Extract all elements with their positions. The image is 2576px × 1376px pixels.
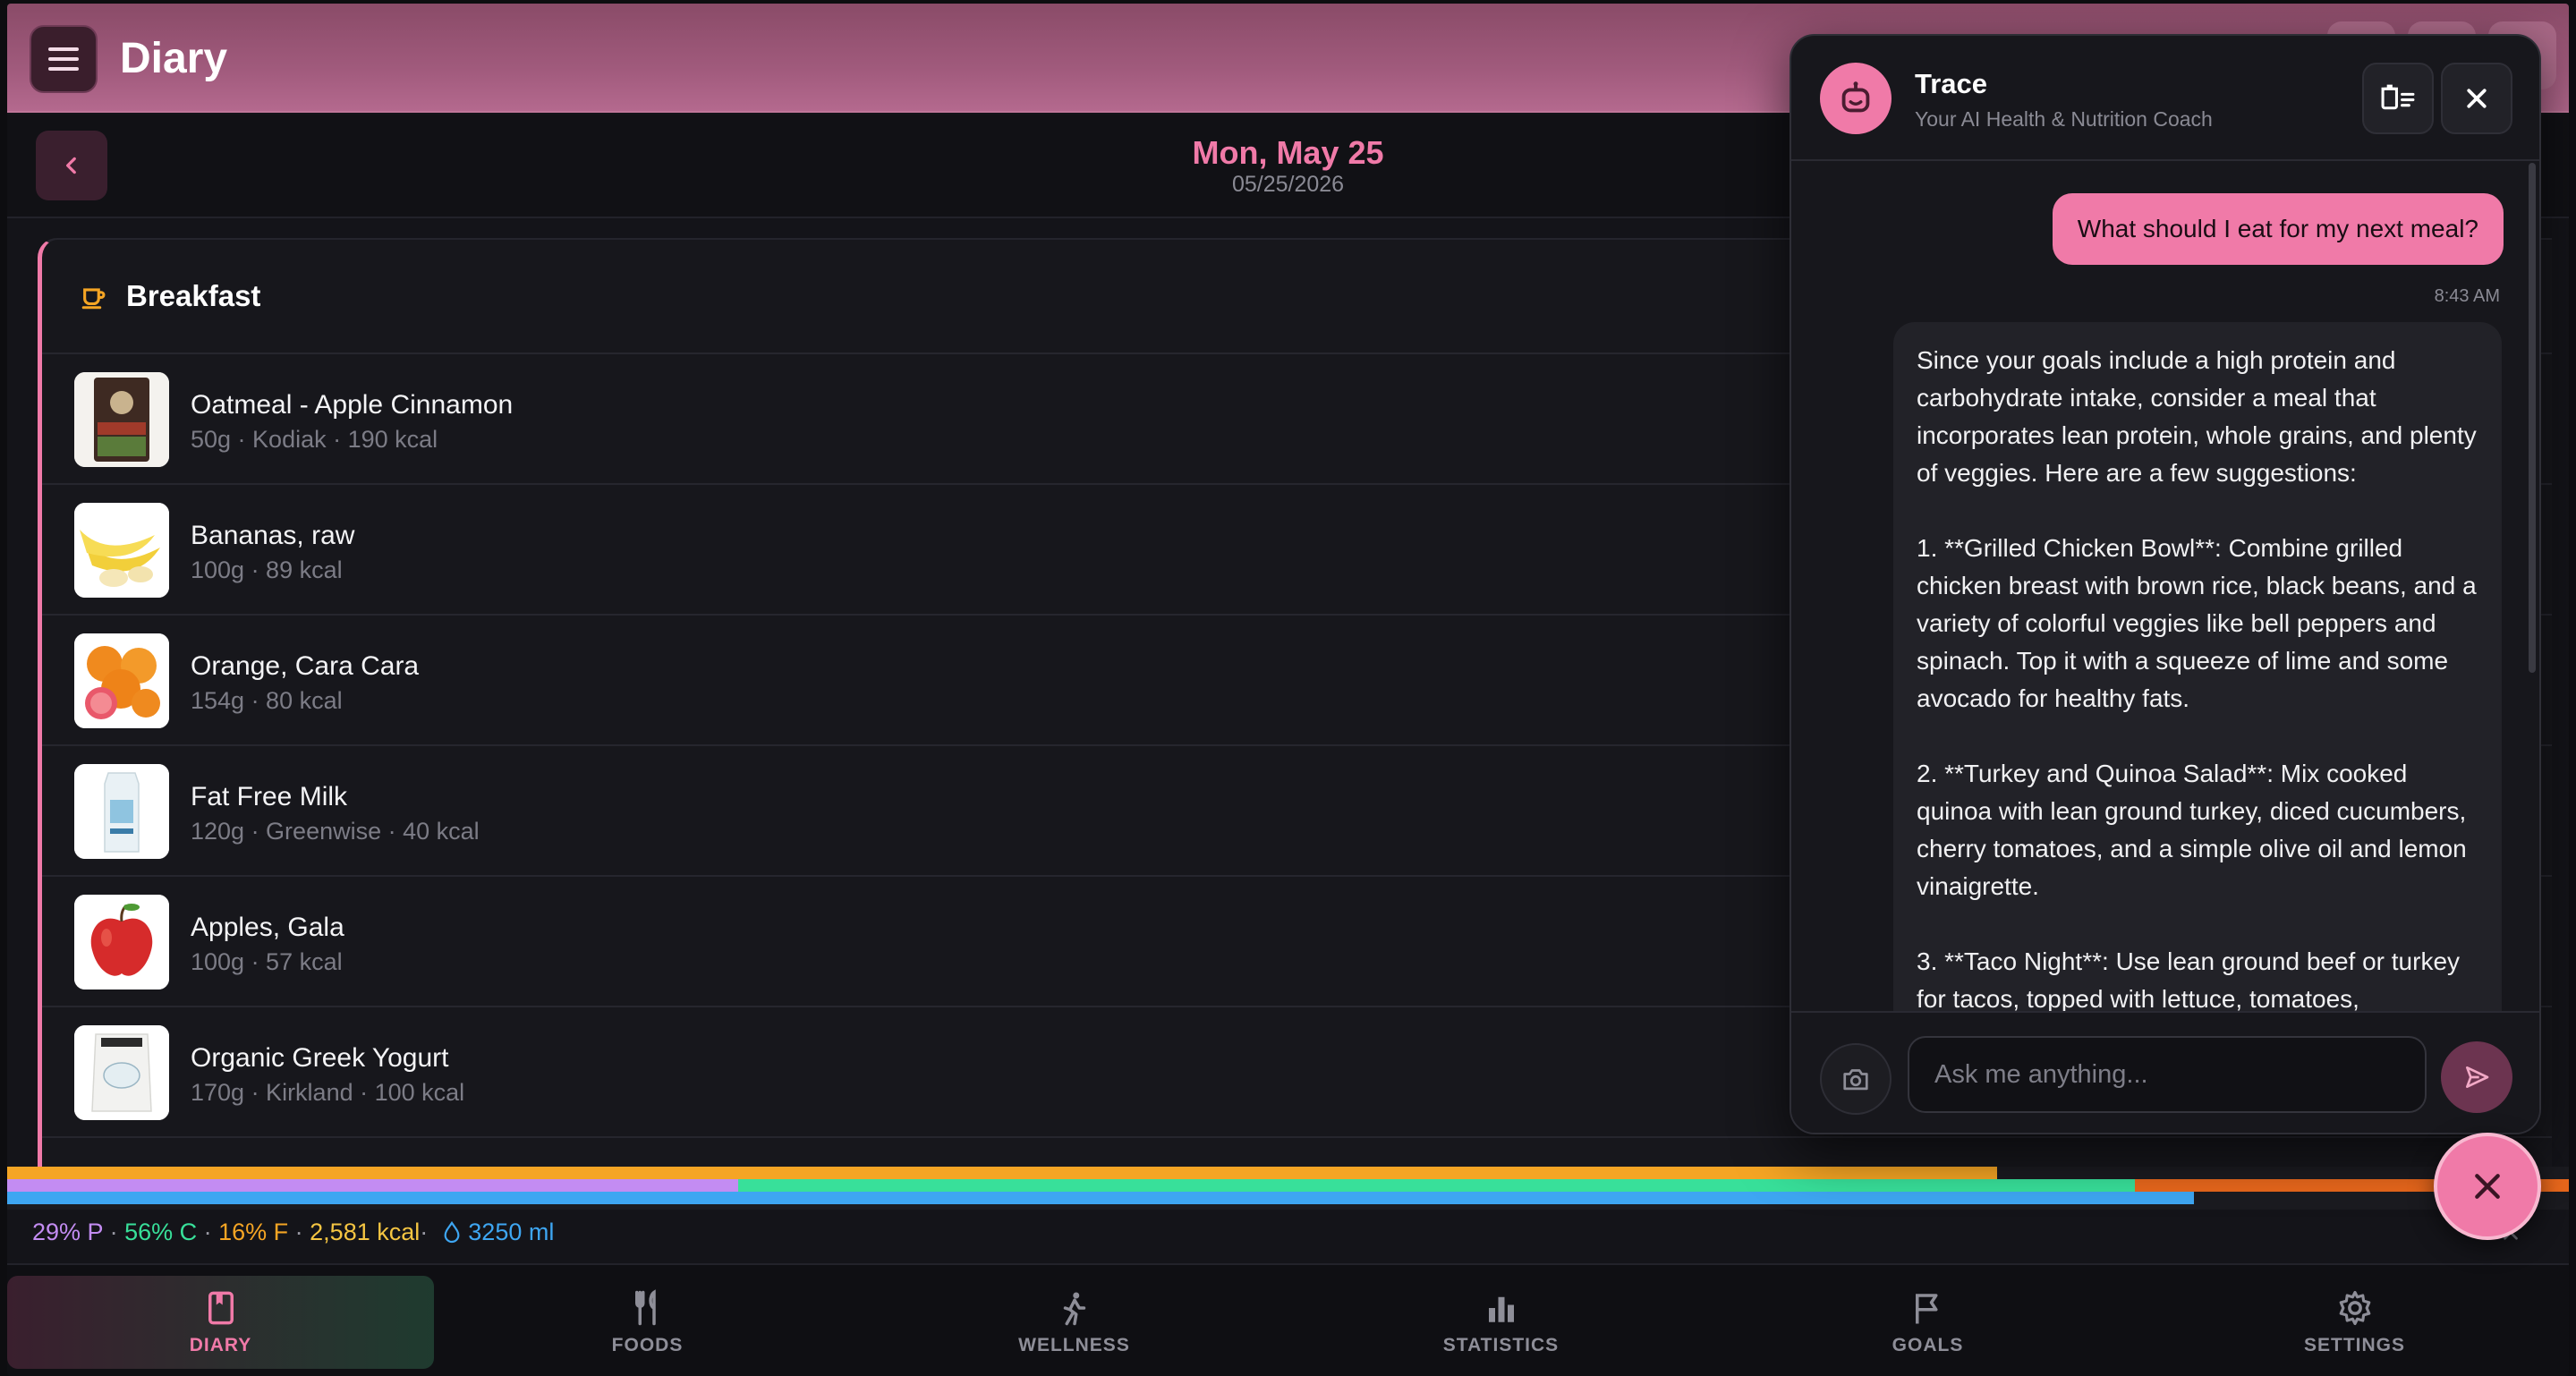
food-meta: 170g · Kirkland · 100 kcal xyxy=(191,1079,465,1106)
coach-message-bubble: Since your goals include a high protein … xyxy=(1893,322,2502,1045)
chat-composer xyxy=(1791,1011,2539,1133)
robot-icon xyxy=(1841,81,1870,113)
hamburger-icon xyxy=(48,47,79,71)
separator: · xyxy=(197,1219,219,1245)
chat-header: Trace Your AI Health & Nutrition Coach xyxy=(1791,36,2539,161)
nav-statistics[interactable]: STATISTICS xyxy=(1288,1276,1714,1369)
food-name: Bananas, raw xyxy=(191,521,355,550)
food-name: Orange, Cara Cara xyxy=(191,651,420,681)
nav-goals[interactable]: GOALS xyxy=(1714,1276,2141,1369)
fat-progress-bar xyxy=(7,1167,1997,1179)
nav-diary[interactable]: DIARY xyxy=(7,1276,434,1369)
protein-percent: 29% P xyxy=(32,1219,104,1245)
food-thumbnail-apple xyxy=(74,895,169,990)
bottom-navigation: DIARY FOODS WELLNESS STATISTICS GOALS SE… xyxy=(7,1265,2569,1376)
nav-label: GOALS xyxy=(1892,1335,1964,1355)
food-name: Organic Greek Yogurt xyxy=(191,1043,449,1073)
food-meta: 120g · Greenwise · 40 kcal xyxy=(191,818,480,845)
utensils-icon xyxy=(634,1289,656,1326)
page-title: Diary xyxy=(120,35,228,82)
nav-label: STATISTICS xyxy=(1442,1335,1560,1355)
food-meta: 100g · 89 kcal xyxy=(191,556,343,583)
macro-progress-bars[interactable] xyxy=(7,1167,2569,1210)
flag-icon xyxy=(1915,1294,1937,1324)
food-meta: 154g · 80 kcal xyxy=(191,687,343,714)
water-amount: 3250 ml xyxy=(468,1219,555,1245)
send-icon xyxy=(2466,1066,2489,1088)
close-chat-fab[interactable] xyxy=(2434,1133,2541,1240)
carbs-progress-bar xyxy=(738,1179,2135,1192)
separator: · xyxy=(103,1219,125,1245)
food-meta: 50g · Kodiak · 190 kcal xyxy=(191,426,438,453)
fat-percent: 16% F xyxy=(218,1219,289,1245)
carbs-percent: 56% C xyxy=(124,1219,198,1245)
meal-title: Breakfast xyxy=(126,279,261,312)
food-name: Oatmeal - Apple Cinnamon xyxy=(191,390,514,420)
person-walking-icon xyxy=(1063,1292,1085,1326)
ai-coach-chat-panel: Trace Your AI Health & Nutrition Coach W… xyxy=(1790,34,2541,1134)
food-meta: 100g · 57 kcal xyxy=(191,948,343,975)
nav-label: DIARY xyxy=(189,1335,252,1355)
separator: · xyxy=(288,1219,310,1245)
bookmark-icon xyxy=(208,1291,234,1325)
gear-icon xyxy=(2339,1290,2370,1326)
close-icon xyxy=(2475,1174,2500,1199)
nav-label: FOODS xyxy=(611,1335,684,1355)
menu-button[interactable] xyxy=(30,25,98,93)
chat-messages[interactable]: What should I eat for my next meal? 8:43… xyxy=(1791,163,2539,1045)
separator: · xyxy=(420,1219,429,1245)
coach-subtitle: Your AI Health & Nutrition Coach xyxy=(1915,107,2213,131)
food-thumbnail-milk xyxy=(74,764,169,859)
message-timestamp: 8:43 AM xyxy=(2434,286,2500,306)
send-button[interactable] xyxy=(2441,1041,2512,1113)
clear-chat-button[interactable] xyxy=(2362,63,2434,134)
nav-label: WELLNESS xyxy=(1018,1335,1130,1355)
app-window: Diary Mon, May 25 05/25/2026 Breakfast O… xyxy=(7,4,2569,1376)
water-progress-bar xyxy=(7,1192,2195,1204)
water-drop-icon xyxy=(444,1220,460,1244)
nav-settings[interactable]: SETTINGS xyxy=(2141,1276,2568,1369)
camera-button[interactable] xyxy=(1820,1043,1892,1115)
protein-segment xyxy=(7,1179,739,1192)
food-thumbnail-yogurt xyxy=(74,1025,169,1120)
nav-foods[interactable]: FOODS xyxy=(434,1276,861,1369)
bar-chart-icon xyxy=(1488,1296,1514,1322)
camera-icon xyxy=(1843,1069,1868,1091)
total-kcal: 2,581 kcal xyxy=(310,1219,421,1245)
macro-summary[interactable]: 29% P · 56% C · 16% F · 2,581 kcal· 3250… xyxy=(32,1219,554,1246)
nav-label: SETTINGS xyxy=(2303,1335,2405,1355)
coach-avatar xyxy=(1820,63,1892,134)
chat-input[interactable] xyxy=(1908,1036,2427,1113)
close-chat-button[interactable] xyxy=(2441,63,2512,134)
nav-wellness[interactable]: WELLNESS xyxy=(861,1276,1288,1369)
close-icon xyxy=(2467,89,2487,108)
coach-name: Trace xyxy=(1915,68,1988,99)
food-thumbnail-oranges xyxy=(74,633,169,728)
clear-history-icon xyxy=(2381,84,2415,110)
user-message-bubble: What should I eat for my next meal? xyxy=(2052,193,2504,265)
food-name: Apples, Gala xyxy=(191,913,344,942)
coffee-cup-icon xyxy=(81,288,106,310)
food-thumbnail-bananas xyxy=(74,503,169,598)
food-thumbnail-oatmeal xyxy=(74,372,169,467)
food-name: Fat Free Milk xyxy=(191,782,348,811)
chat-scrollbar[interactable] xyxy=(2529,163,2536,673)
